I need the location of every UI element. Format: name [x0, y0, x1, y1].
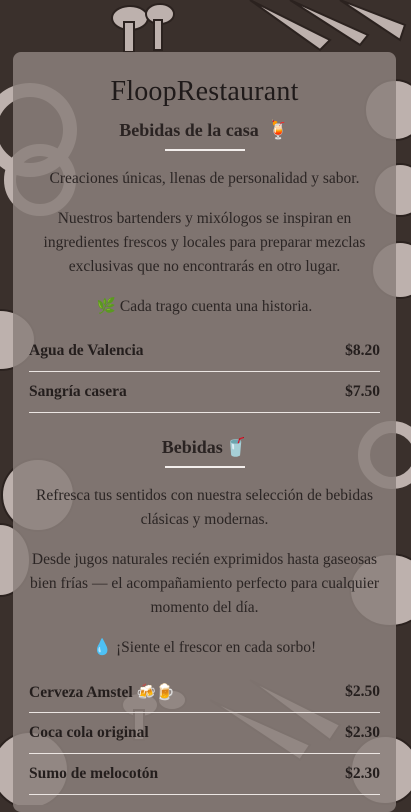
section-title-text: Bebidas — [161, 437, 223, 457]
item-price: $2.50 — [345, 683, 380, 700]
section-intro: Refresca tus sentidos con nuestra selecc… — [35, 487, 373, 528]
section-title-text: Bebidas de la casa — [119, 120, 259, 140]
item-name: Agua de Valencia — [29, 342, 144, 359]
item-name: Sangría casera — [29, 383, 127, 400]
section-description: Nuestros bartenders y mixólogos se inspi… — [43, 210, 366, 275]
item-price: $8.20 — [345, 342, 380, 359]
menu-item[interactable]: Coca cola original $2.30 — [29, 713, 380, 754]
item-price: $7.50 — [345, 383, 380, 400]
item-price: $2.30 — [345, 765, 380, 782]
menu-card: FloopRestaurant Bebidas de la casa 🍹 Cre… — [13, 52, 396, 812]
menu-item[interactable]: Cerveza Amstel 🍻🍺 $2.50 — [29, 672, 380, 713]
restaurant-title: FloopRestaurant — [110, 76, 299, 107]
section-underline — [164, 149, 245, 151]
menu-item[interactable]: Sumo de melocotón $2.30 — [29, 754, 380, 795]
item-name: Sumo de melocotón — [29, 765, 159, 782]
section-underline — [164, 466, 245, 468]
soft-drink-icon: 🥤 — [224, 437, 248, 457]
item-name: Coca cola original — [29, 724, 149, 741]
section-bebidas: Bebidas 🥤 Refresca tus sentidos con nuest… — [29, 437, 380, 795]
item-name: Cerveza Amstel 🍻🍺 — [29, 683, 175, 702]
item-price: $2.30 — [345, 724, 380, 741]
section-bebidas-de-la-casa: Bebidas de la casa 🍹 Creaciones únicas, … — [29, 120, 380, 413]
section-title: Bebidas de la casa 🍹 — [29, 120, 380, 141]
section-intro: Creaciones únicas, llenas de personalida… — [49, 170, 360, 187]
section-tagline: 💧 ¡Siente el frescor en cada sorbo! — [92, 639, 317, 656]
item-name-text: Cerveza Amstel — [29, 683, 133, 701]
section-title: Bebidas 🥤 — [29, 437, 380, 458]
menu-item[interactable]: Sangría casera $7.50 — [29, 372, 380, 413]
cocktail-icon: 🍹 — [267, 120, 290, 140]
section-description: Desde jugos naturales recién exprimidos … — [29, 551, 379, 616]
beer-icon: 🍻🍺 — [136, 683, 176, 701]
menu-item[interactable]: Agua de Valencia $8.20 — [29, 331, 380, 372]
section-tagline: 🌿 Cada trago cuenta una historia. — [96, 298, 313, 315]
